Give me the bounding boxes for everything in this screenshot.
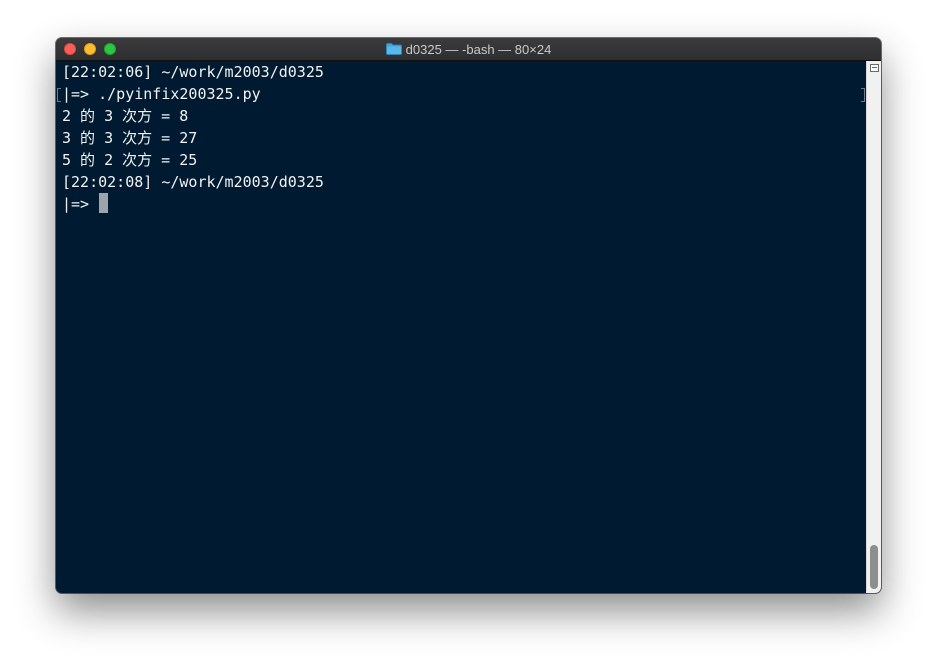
scrollbar[interactable]: [866, 61, 881, 593]
terminal-line: [22:02:08] ~/work/m2003/d0325: [62, 173, 324, 191]
terminal-line: 5 的 2 次方 = 25: [62, 151, 198, 169]
terminal-line: 2 的 3 次方 = 8: [62, 107, 189, 125]
mark-bracket-right: [861, 88, 865, 102]
folder-icon: [385, 43, 402, 55]
scrollbar-thumb[interactable]: [870, 545, 878, 589]
terminal-line: 3 的 3 次方 = 27: [62, 129, 198, 147]
terminal-window: d0325 — -bash — 80×24 [22:02:06] ~/work/…: [56, 38, 881, 593]
prompt-line[interactable]: |=>: [62, 193, 109, 215]
split-pane-icon[interactable]: [870, 64, 879, 72]
window-title: d0325 — -bash — 80×24: [405, 41, 552, 57]
mark-bracket-left: [57, 88, 61, 102]
text-cursor: [99, 193, 109, 213]
terminal-line: [22:02:06] ~/work/m2003/d0325: [62, 63, 324, 81]
terminal-line: |=> ./pyinfix200325.py: [62, 85, 261, 103]
window-title-group: d0325 — -bash — 80×24: [56, 38, 881, 60]
terminal-output[interactable]: [22:02:06] ~/work/m2003/d0325 |=> ./pyin…: [56, 61, 866, 593]
prompt-text: |=>: [62, 195, 99, 213]
title-bar[interactable]: d0325 — -bash — 80×24: [56, 38, 881, 61]
